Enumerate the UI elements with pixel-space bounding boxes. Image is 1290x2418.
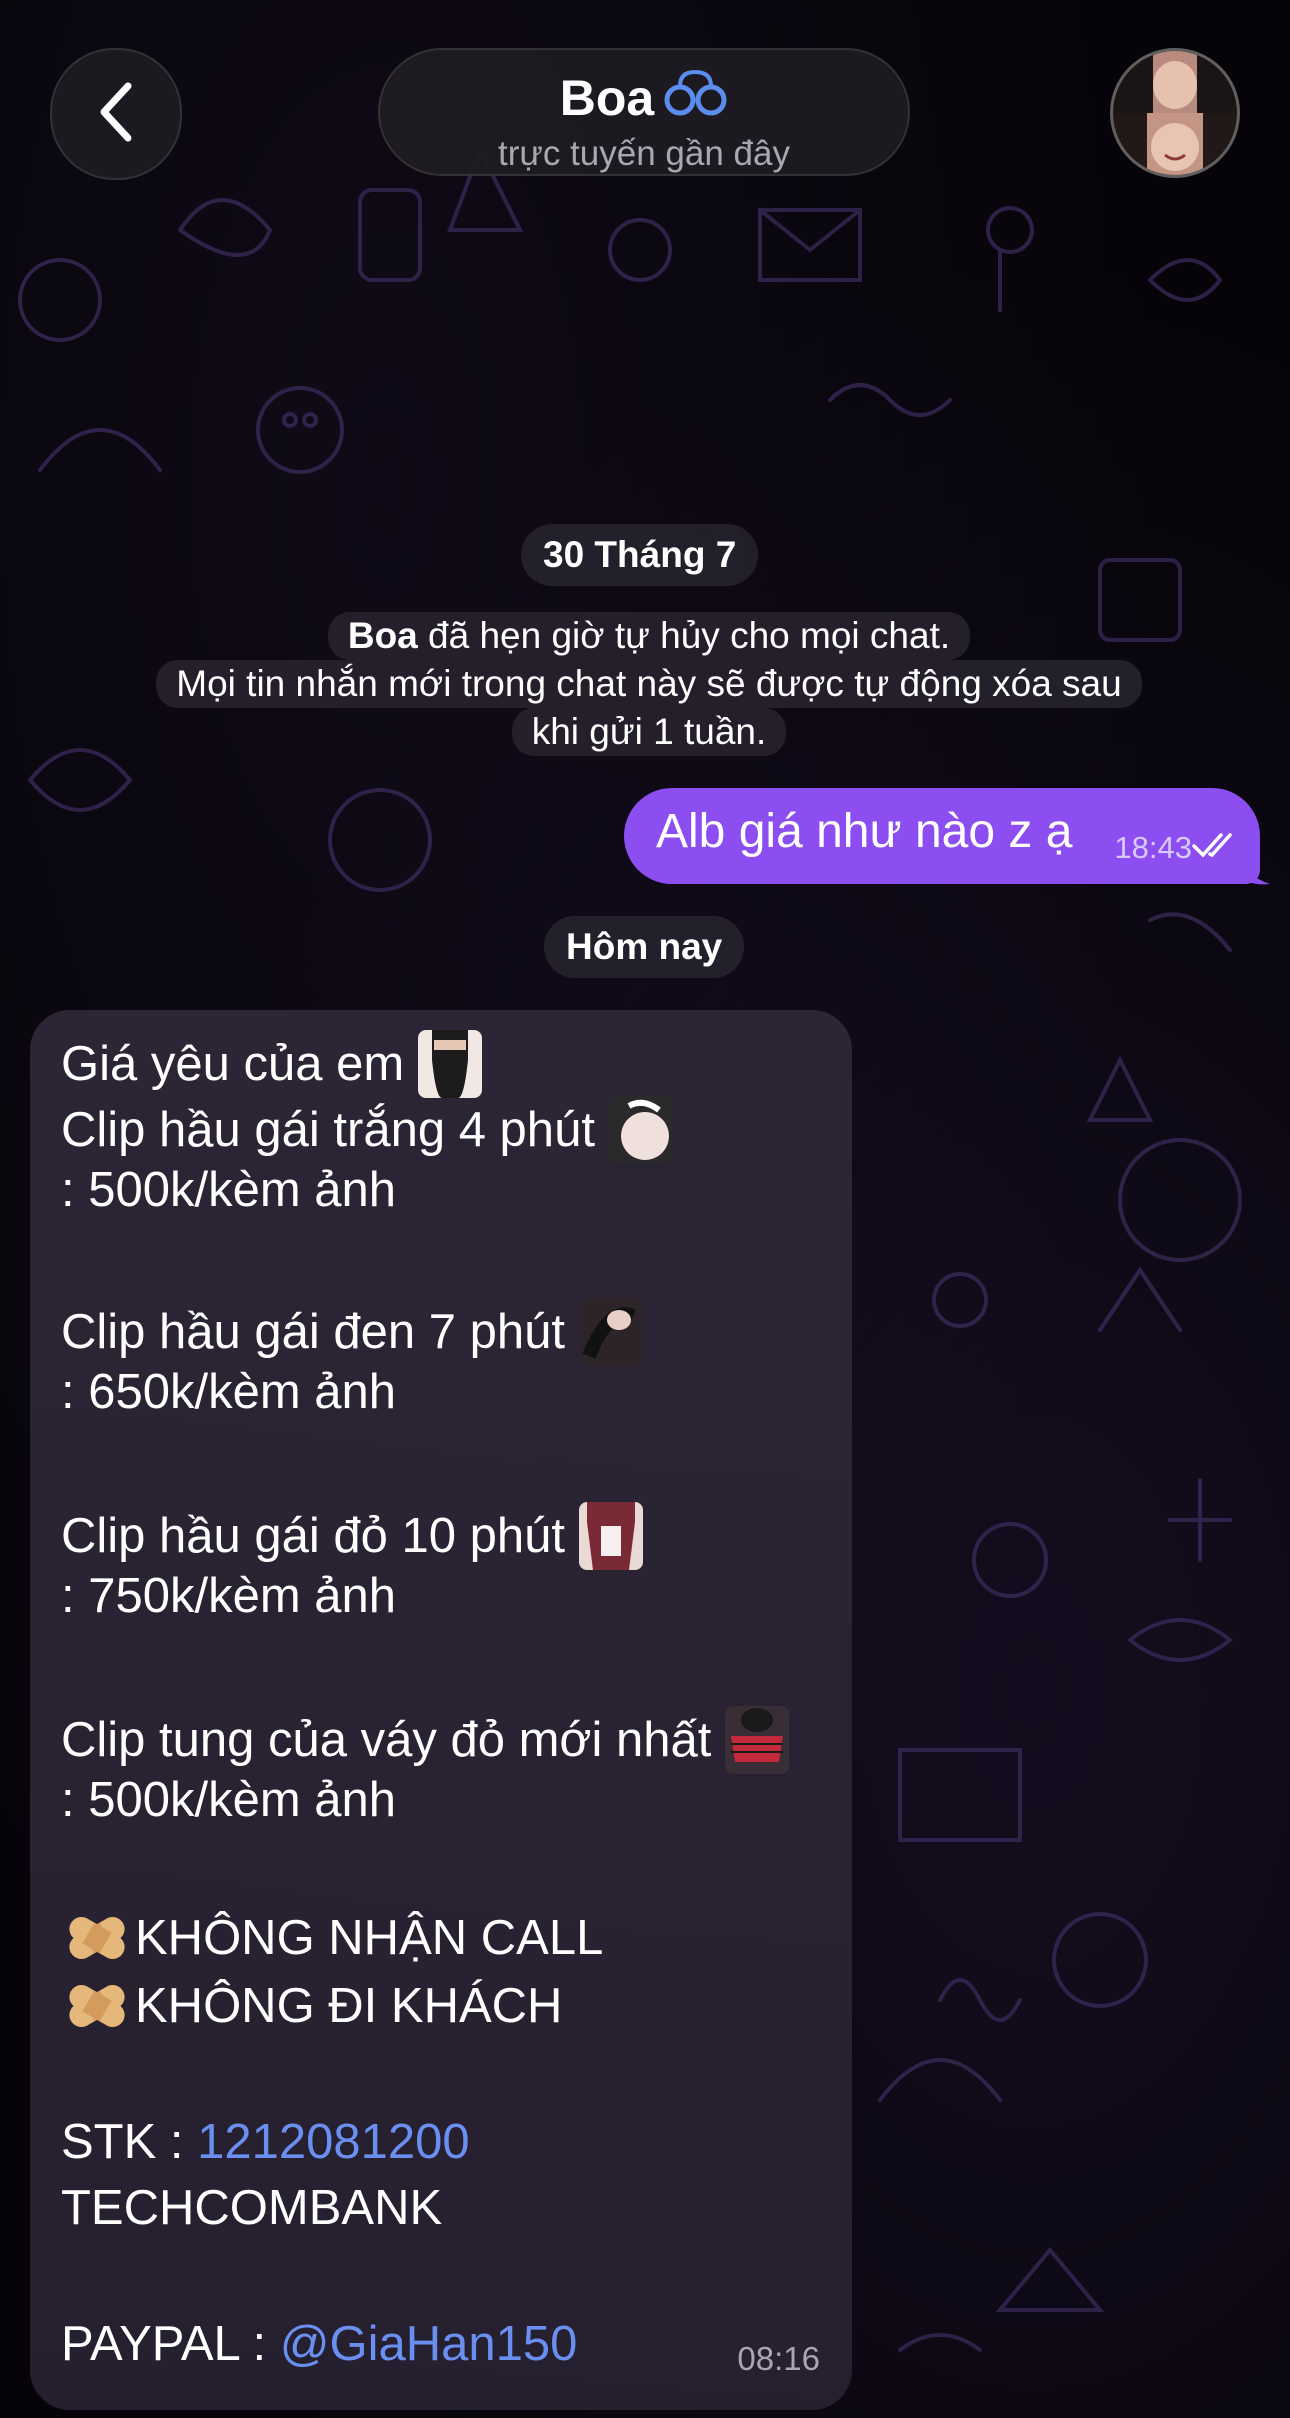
date-chip-today: Hôm nay [544, 916, 745, 978]
account-number-link[interactable]: 1212081200 [197, 2114, 470, 2170]
handcuffs-icon [664, 66, 728, 130]
contact-name: Boa [559, 70, 655, 126]
paypal-handle-link[interactable]: @GiaHan150 [280, 2316, 578, 2372]
message-line: PAYPAL : @GiaHan150 [61, 2316, 577, 2372]
message-line: Giá yêu của em [61, 1030, 483, 1098]
message-line: Clip hầu gái đỏ 10 phút [61, 1502, 643, 1570]
message-line: TECHCOMBANK [61, 2181, 443, 2235]
message-line: : 500k/kèm ảnh [61, 1773, 397, 1827]
chat-title-pill[interactable]: Boa trực tuyến gần đây [378, 48, 910, 176]
message-line: : 500k/kèm ảnh [61, 1163, 397, 1217]
message-line: Clip hầu gái đen 7 phút [61, 1298, 643, 1366]
incoming-message-bubble[interactable]: Giá yêu của em Clip hầu gái trắng 4 phút… [30, 1010, 852, 2410]
message-line: : 750k/kèm ảnh [61, 1569, 397, 1623]
paypal-label: PAYPAL : [61, 2317, 280, 2371]
service-line-2: Mọi tin nhắn mới trong chat này sẽ được … [156, 660, 1142, 708]
message-line: STK : 1212081200 [61, 2114, 470, 2170]
outgoing-message-time: 18:43 [1114, 830, 1192, 865]
avatar[interactable] [1110, 48, 1240, 178]
sticker-thumbnail [725, 1706, 790, 1774]
contact-status: trực tuyến gần đây [498, 134, 790, 173]
bank-account-label: STK : [61, 2115, 198, 2169]
outgoing-message-bubble[interactable]: Alb giá như nào z ạ 18:43 [624, 788, 1260, 884]
incoming-message-time: 08:16 [737, 2340, 820, 2377]
chevron-left-icon [94, 80, 138, 149]
message-line: Clip tung của váy đỏ mới nhất [61, 1706, 790, 1774]
message-line: : 650k/kèm ảnh [61, 1365, 397, 1419]
bandage-icon [61, 1908, 133, 1968]
sticker-thumbnail [418, 1030, 483, 1098]
sticker-thumbnail [579, 1502, 643, 1570]
sticker-thumbnail [608, 1096, 673, 1164]
outgoing-message-text: Alb giá như nào z ạ [656, 805, 1073, 858]
bandage-icon [61, 1976, 133, 2036]
double-check-icon [1192, 832, 1238, 863]
message-line: Clip hầu gái trắng 4 phút [61, 1096, 673, 1164]
bubble-tail [1240, 850, 1270, 885]
back-button[interactable] [50, 48, 182, 180]
sticker-thumbnail [579, 1298, 643, 1366]
service-line-1: đã hẹn giờ tự hủy cho mọi chat. [417, 615, 951, 656]
date-chip: 30 Tháng 7 [521, 524, 759, 586]
service-line-3: khi gửi 1 tuần. [511, 708, 787, 756]
service-message: Boa đã hẹn giờ tự hủy cho mọi chat. Mọi … [124, 612, 1174, 756]
message-line: KHÔNG ĐI KHÁCH [61, 1976, 562, 2036]
service-actor[interactable]: Boa [348, 615, 418, 656]
message-line: KHÔNG NHẬN CALL [61, 1908, 603, 1968]
